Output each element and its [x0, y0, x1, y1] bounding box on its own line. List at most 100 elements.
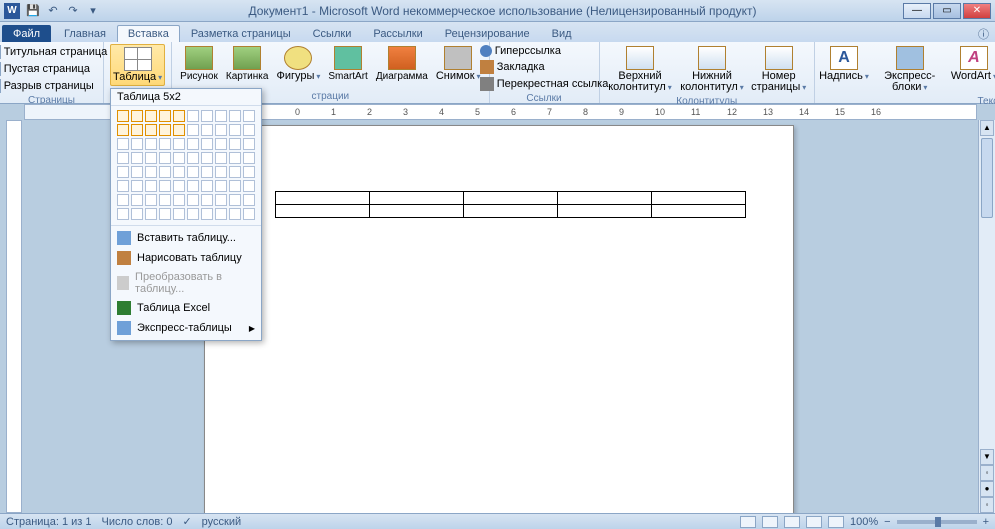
table-grid-cell[interactable] — [117, 194, 129, 206]
vertical-scrollbar[interactable]: ▲ ▼ ◦ ● ◦ — [978, 120, 995, 513]
hyperlink-button[interactable]: Гиперссылка — [478, 44, 611, 58]
table-grid-cell[interactable] — [201, 138, 213, 150]
table-grid-cell[interactable] — [117, 166, 129, 178]
table-grid-cell[interactable] — [215, 152, 227, 164]
tab-page-layout[interactable]: Разметка страницы — [180, 25, 302, 42]
table-grid-cell[interactable] — [187, 110, 199, 122]
table-grid-cell[interactable] — [145, 110, 157, 122]
table-grid-cell[interactable] — [229, 166, 241, 178]
table-grid-cell[interactable] — [131, 110, 143, 122]
table-grid-cell[interactable] — [131, 194, 143, 206]
ribbon-help-icon[interactable]: ⓘ — [978, 26, 989, 42]
table-grid-cell[interactable] — [243, 124, 255, 136]
table-grid-cell[interactable] — [243, 138, 255, 150]
table-grid-cell[interactable] — [243, 152, 255, 164]
table-grid-cell[interactable] — [145, 166, 157, 178]
table-grid-cell[interactable] — [173, 110, 185, 122]
table-grid-cell[interactable] — [131, 124, 143, 136]
insert-table-item[interactable]: Вставить таблицу... — [111, 228, 261, 248]
quickparts-button[interactable]: Экспресс-блоки — [871, 44, 948, 95]
zoom-thumb[interactable] — [935, 517, 941, 527]
table-grid-cell[interactable] — [201, 194, 213, 206]
scroll-down-button[interactable]: ▼ — [980, 449, 994, 465]
table-grid-cell[interactable] — [229, 152, 241, 164]
status-language[interactable]: русский — [202, 516, 241, 528]
tab-view[interactable]: Вид — [541, 25, 583, 42]
table-grid-cell[interactable] — [201, 208, 213, 220]
table-grid-cell[interactable] — [145, 124, 157, 136]
table-grid-cell[interactable] — [131, 180, 143, 192]
table-grid-cell[interactable] — [215, 208, 227, 220]
cover-page-button[interactable]: Титульная страница — [0, 44, 118, 60]
tab-mailings[interactable]: Рассылки — [362, 25, 433, 42]
table-grid-cell[interactable] — [159, 194, 171, 206]
tab-file[interactable]: Файл — [2, 25, 51, 42]
scroll-thumb[interactable] — [981, 138, 993, 218]
table-grid-cell[interactable] — [243, 110, 255, 122]
smartart-button[interactable]: SmartArt — [326, 44, 369, 84]
table-grid-cell[interactable] — [215, 124, 227, 136]
table-grid-cell[interactable] — [201, 152, 213, 164]
table-grid-cell[interactable] — [145, 194, 157, 206]
blank-page-button[interactable]: Пустая страница — [0, 61, 118, 77]
page[interactable] — [204, 125, 794, 513]
picture-button[interactable]: Рисунок — [178, 44, 220, 84]
table-grid-cell[interactable] — [215, 138, 227, 150]
table-grid-cell[interactable] — [159, 138, 171, 150]
table-grid-cell[interactable] — [173, 124, 185, 136]
table-grid-cell[interactable] — [201, 124, 213, 136]
table-grid-cell[interactable] — [215, 166, 227, 178]
table-grid-cell[interactable] — [131, 208, 143, 220]
footer-button[interactable]: Нижний колонтитул — [679, 44, 746, 95]
table-grid-cell[interactable] — [215, 110, 227, 122]
crossref-button[interactable]: Перекрестная ссылка — [478, 76, 611, 92]
table-grid-cell[interactable] — [131, 166, 143, 178]
table-grid-cell[interactable] — [117, 180, 129, 192]
maximize-button[interactable]: ▭ — [933, 3, 961, 19]
zoom-out-button[interactable]: − — [884, 516, 890, 528]
redo-icon[interactable]: ↷ — [64, 2, 82, 20]
table-grid-cell[interactable] — [117, 152, 129, 164]
table-grid-cell[interactable] — [187, 194, 199, 206]
table-grid-cell[interactable] — [187, 152, 199, 164]
view-print-layout-button[interactable] — [740, 516, 756, 528]
status-page[interactable]: Страница: 1 из 1 — [6, 516, 92, 528]
table-grid-cell[interactable] — [159, 208, 171, 220]
status-proofing-icon[interactable]: ✓ — [182, 515, 191, 528]
table-grid-cell[interactable] — [201, 110, 213, 122]
table-grid-cell[interactable] — [215, 194, 227, 206]
draw-table-item[interactable]: Нарисовать таблицу — [111, 248, 261, 268]
view-fullscreen-button[interactable] — [762, 516, 778, 528]
quick-tables-item[interactable]: Экспресс-таблицы▶ — [111, 318, 261, 338]
tab-home[interactable]: Главная — [53, 25, 117, 42]
view-outline-button[interactable] — [806, 516, 822, 528]
pagenum-button[interactable]: Номер страницы — [749, 44, 807, 95]
excel-table-item[interactable]: Таблица Excel — [111, 298, 261, 318]
page-break-button[interactable]: Разрыв страницы — [0, 78, 118, 94]
table-grid-cell[interactable] — [201, 166, 213, 178]
qat-customize-icon[interactable]: ▾ — [84, 2, 102, 20]
status-words[interactable]: Число слов: 0 — [102, 516, 173, 528]
view-web-button[interactable] — [784, 516, 800, 528]
table-grid-cell[interactable] — [187, 166, 199, 178]
table-grid-cell[interactable] — [159, 166, 171, 178]
table-grid-cell[interactable] — [243, 180, 255, 192]
table-grid-cell[interactable] — [131, 138, 143, 150]
table-grid-cell[interactable] — [229, 138, 241, 150]
browse-select-button[interactable]: ● — [980, 481, 994, 497]
table-grid-cell[interactable] — [187, 138, 199, 150]
table-grid-cell[interactable] — [173, 138, 185, 150]
table-grid-cell[interactable] — [201, 180, 213, 192]
table-grid-cell[interactable] — [173, 152, 185, 164]
table-grid-cell[interactable] — [117, 110, 129, 122]
header-button[interactable]: Верхний колонтитул — [606, 44, 675, 95]
table-grid-cell[interactable] — [159, 110, 171, 122]
table-grid-cell[interactable] — [229, 194, 241, 206]
save-icon[interactable]: 💾 — [24, 2, 42, 20]
table-grid-cell[interactable] — [159, 152, 171, 164]
table-grid-cell[interactable] — [145, 208, 157, 220]
zoom-slider[interactable] — [897, 520, 977, 524]
vertical-ruler[interactable] — [6, 120, 22, 513]
table-grid-cell[interactable] — [131, 152, 143, 164]
table-grid-cell[interactable] — [173, 208, 185, 220]
